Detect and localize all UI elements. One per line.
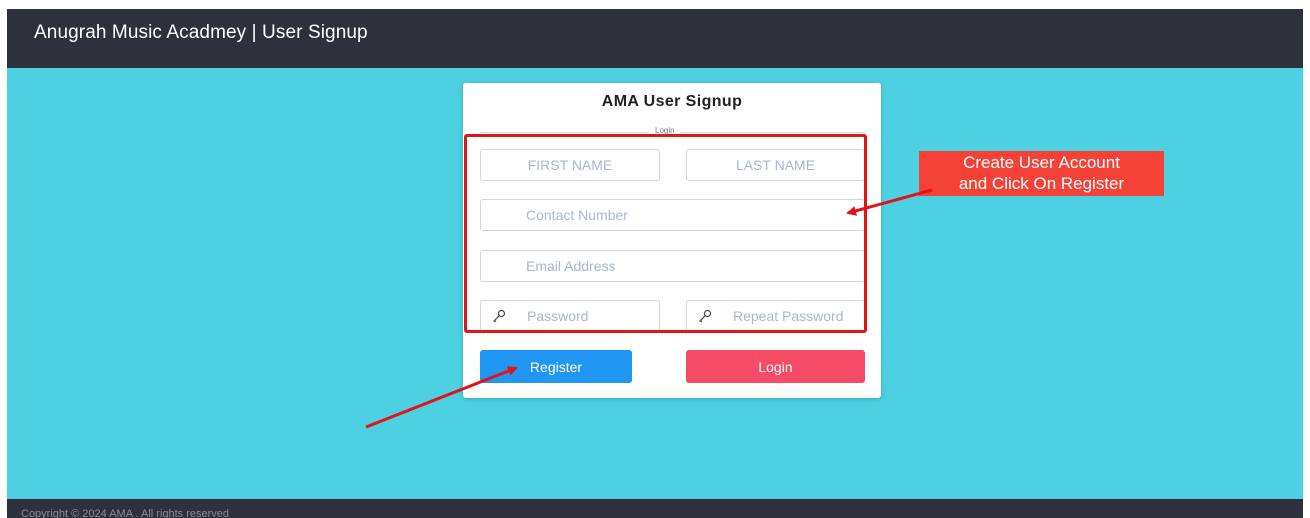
arrow-to-form — [846, 188, 933, 216]
arrow-to-register — [365, 366, 518, 429]
annotation-arrows — [365, 188, 933, 429]
